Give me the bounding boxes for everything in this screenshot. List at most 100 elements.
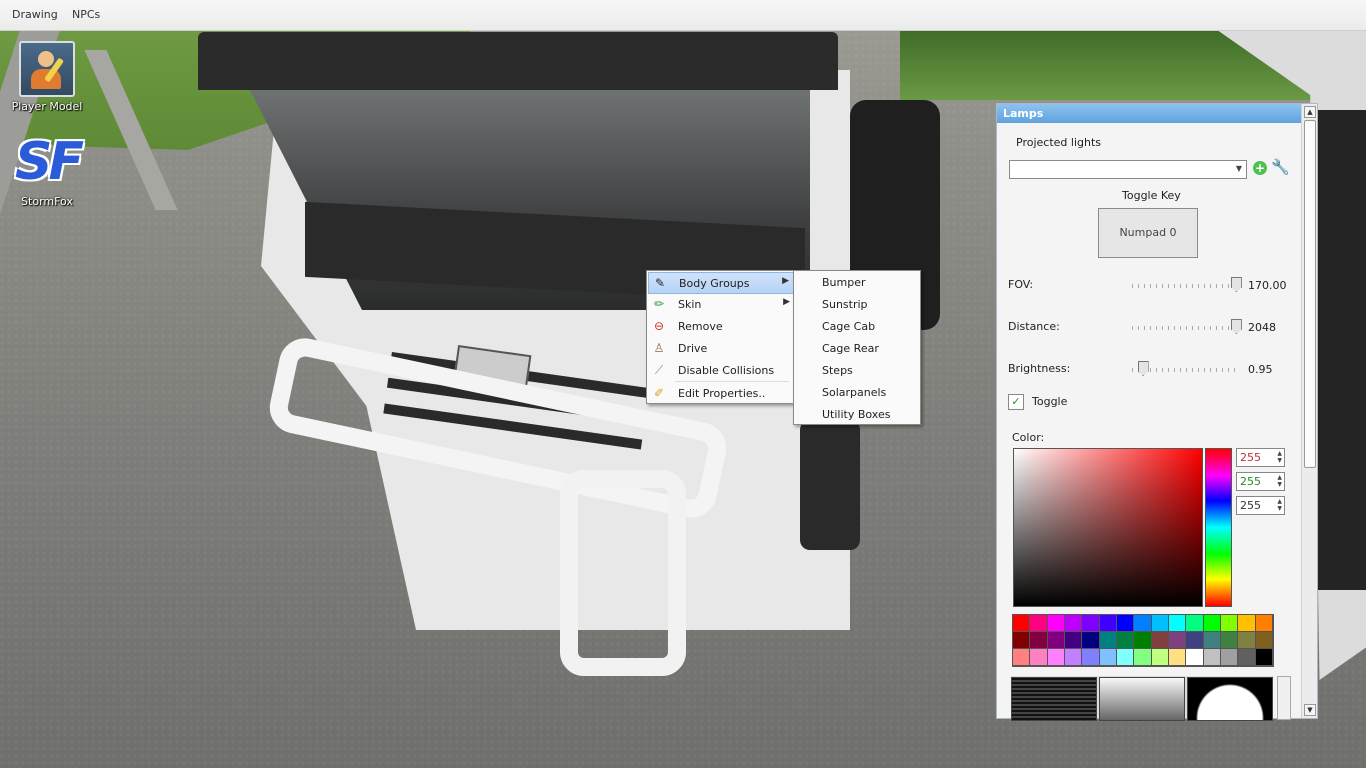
menu-item-edit-properties[interactable]: ✐ Edit Properties..	[648, 383, 794, 403]
palette-swatch[interactable]	[1047, 649, 1065, 666]
palette-swatch[interactable]	[1099, 649, 1117, 666]
menu-item-skin[interactable]: ✏ Skin ▶	[648, 294, 794, 314]
palette-swatch[interactable]	[1203, 632, 1221, 649]
palette-swatch[interactable]	[1221, 615, 1239, 632]
submenu-arrow-icon: ▶	[783, 297, 790, 307]
submenu-arrow-icon: ▶	[782, 276, 789, 286]
palette-swatch[interactable]	[1186, 615, 1204, 632]
green-spinner[interactable]: 255 ▲ ▼	[1236, 472, 1285, 491]
palette-swatch[interactable]	[1151, 615, 1169, 632]
toggle-label: Toggle	[1032, 395, 1068, 408]
palette-swatch[interactable]	[1186, 649, 1204, 666]
palette-swatch[interactable]	[1013, 615, 1031, 632]
palette-swatch[interactable]	[1255, 615, 1273, 632]
submenu-item-bumper[interactable]: Bumper	[822, 276, 866, 289]
distance-label: Distance:	[1008, 320, 1060, 333]
blue-value: 255	[1240, 499, 1261, 512]
palette-swatch[interactable]	[1030, 632, 1048, 649]
palette-swatch[interactable]	[1065, 615, 1083, 632]
toggle-key-button[interactable]: Numpad 0	[1098, 208, 1198, 258]
palette-swatch[interactable]	[1151, 649, 1169, 666]
color-palette	[1012, 614, 1274, 667]
stormfox-shortcut[interactable]: SF StormFox	[7, 131, 87, 208]
menu-item-drive[interactable]: ♙ Drive	[648, 338, 794, 358]
palette-swatch[interactable]	[1151, 632, 1169, 649]
menu-item-remove[interactable]: ⊖ Remove	[648, 316, 794, 336]
palette-swatch[interactable]	[1203, 649, 1221, 666]
palette-swatch[interactable]	[1117, 615, 1135, 632]
palette-swatch[interactable]	[1169, 649, 1187, 666]
menu-item-body-groups[interactable]: ✎ Body Groups ▶	[648, 272, 794, 294]
palette-swatch[interactable]	[1238, 649, 1256, 666]
player-model-shortcut[interactable]: Player Model	[7, 41, 87, 113]
texture-thumb-circle[interactable]	[1187, 677, 1273, 721]
texture-list-scrollbar[interactable]	[1277, 676, 1291, 720]
scroll-thumb[interactable]	[1304, 120, 1316, 468]
palette-swatch[interactable]	[1255, 649, 1273, 666]
distance-slider[interactable]	[1132, 319, 1242, 334]
palette-swatch[interactable]	[1238, 632, 1256, 649]
palette-swatch[interactable]	[1203, 615, 1221, 632]
palette-swatch[interactable]	[1047, 632, 1065, 649]
palette-swatch[interactable]	[1255, 632, 1273, 649]
palette-swatch[interactable]	[1065, 632, 1083, 649]
submenu-item-solarpanels[interactable]: Solarpanels	[822, 386, 886, 399]
palette-swatch[interactable]	[1221, 649, 1239, 666]
menu-npcs[interactable]: NPCs	[72, 8, 100, 21]
spinner-arrows-icon[interactable]: ▲ ▼	[1277, 450, 1282, 464]
palette-swatch[interactable]	[1169, 632, 1187, 649]
hue-slider[interactable]	[1205, 448, 1232, 607]
palette-swatch[interactable]	[1030, 615, 1048, 632]
palette-swatch[interactable]	[1134, 632, 1152, 649]
palette-swatch[interactable]	[1238, 615, 1256, 632]
spinner-arrows-icon[interactable]: ▲ ▼	[1277, 498, 1282, 512]
scroll-up-icon[interactable]: ▲	[1304, 106, 1316, 118]
fov-slider[interactable]	[1132, 277, 1242, 292]
palette-swatch[interactable]	[1099, 615, 1117, 632]
menu-item-disable-collisions[interactable]: ⟋ Disable Collisions	[648, 360, 794, 380]
submenu-item-sunstrip[interactable]: Sunstrip	[822, 298, 868, 311]
brightness-slider-handle[interactable]	[1137, 361, 1149, 376]
red-spinner[interactable]: 255 ▲ ▼	[1236, 448, 1285, 467]
submenu-item-cage-cab[interactable]: Cage Cab	[822, 320, 875, 333]
blue-spinner[interactable]: 255 ▲ ▼	[1236, 496, 1285, 515]
toggle-checkbox[interactable]: ✓	[1008, 394, 1024, 410]
panel-scrollbar[interactable]: ▲ ▼	[1301, 104, 1317, 718]
palette-swatch[interactable]	[1134, 615, 1152, 632]
submenu-item-utility-boxes[interactable]: Utility Boxes	[822, 408, 890, 421]
texture-thumb-stripes[interactable]	[1011, 677, 1097, 721]
palette-swatch[interactable]	[1134, 649, 1152, 666]
body-groups-icon: ✎	[654, 276, 666, 290]
palette-swatch[interactable]	[1221, 632, 1239, 649]
texture-thumb-gradient[interactable]	[1099, 677, 1185, 721]
palette-swatch[interactable]	[1013, 649, 1031, 666]
fov-slider-handle[interactable]	[1230, 277, 1242, 292]
submenu-item-cage-rear[interactable]: Cage Rear	[822, 342, 879, 355]
color-picker-square[interactable]	[1013, 448, 1203, 607]
palette-swatch[interactable]	[1047, 615, 1065, 632]
submenu-item-steps[interactable]: Steps	[822, 364, 853, 377]
distance-slider-handle[interactable]	[1230, 319, 1242, 334]
palette-swatch[interactable]	[1082, 649, 1100, 666]
palette-swatch[interactable]	[1099, 632, 1117, 649]
truck-tire	[800, 420, 860, 550]
distance-value: 2048	[1248, 321, 1276, 334]
palette-swatch[interactable]	[1117, 649, 1135, 666]
brightness-slider[interactable]	[1132, 361, 1238, 376]
spinner-arrows-icon[interactable]: ▲ ▼	[1277, 474, 1282, 488]
wrench-icon[interactable]: 🔧	[1271, 159, 1290, 175]
scroll-down-icon[interactable]: ▼	[1304, 704, 1316, 716]
palette-swatch[interactable]	[1065, 649, 1083, 666]
palette-swatch[interactable]	[1117, 632, 1135, 649]
projected-lights-dropdown[interactable]: ▼	[1009, 160, 1247, 179]
palette-swatch[interactable]	[1082, 632, 1100, 649]
menu-drawing[interactable]: Drawing	[12, 8, 58, 21]
add-icon[interactable]: +	[1253, 161, 1267, 175]
palette-swatch[interactable]	[1082, 615, 1100, 632]
pencil-icon: ✐	[653, 386, 665, 400]
palette-swatch[interactable]	[1186, 632, 1204, 649]
palette-swatch[interactable]	[1013, 632, 1031, 649]
palette-swatch[interactable]	[1169, 615, 1187, 632]
chevron-down-icon: ▼	[1235, 164, 1242, 173]
palette-swatch[interactable]	[1030, 649, 1048, 666]
